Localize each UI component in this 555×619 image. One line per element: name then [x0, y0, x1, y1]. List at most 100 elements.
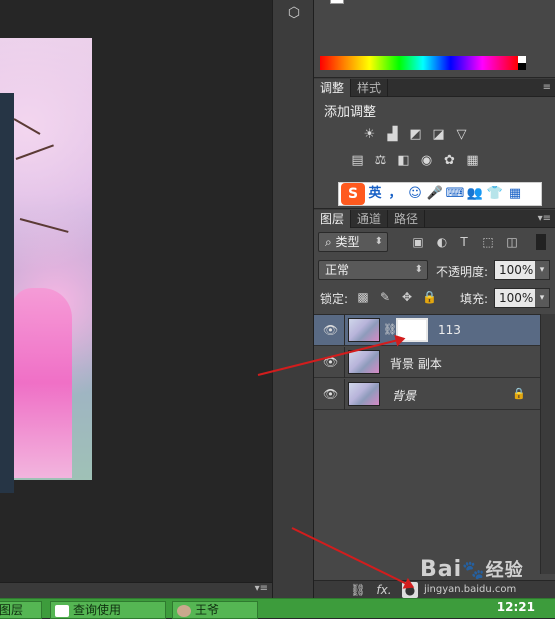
layer-name[interactable]: 背景 副本 — [390, 355, 442, 372]
type-filter-icon[interactable]: T — [456, 234, 472, 250]
taskbar-item-label: 图层 — [0, 603, 24, 617]
layer-row[interactable]: 👁 ⛓ 113 — [314, 315, 540, 346]
shape-filter-icon[interactable]: ⬚ — [480, 234, 496, 250]
curves-icon[interactable]: ◩ — [406, 125, 425, 144]
lock-label: 锁定: — [320, 292, 349, 306]
fill-value: 100% — [499, 291, 534, 305]
filter-toggle-switch[interactable] — [536, 234, 546, 250]
taskbar-item[interactable]: 王爷 — [172, 601, 258, 619]
panel-menu-icon[interactable]: ▾≡ — [255, 583, 268, 594]
exposure-icon[interactable]: ◪ — [429, 125, 448, 144]
color-spectrum-bar[interactable] — [320, 56, 526, 70]
fill-label: 填充: — [460, 292, 489, 306]
eye-visibility-icon[interactable]: 👁 — [323, 323, 338, 337]
gradient-triangle-icon[interactable]: ▽ — [452, 125, 471, 144]
layers-panel: 图层 通道 路径 ▾≡ ⌕ 类型 ⬍ ▣ ◐ T ⬚ ◫ 正常 ⬍ 不透明度: … — [314, 210, 555, 582]
document-canvas[interactable] — [0, 0, 272, 582]
emoji-icon[interactable]: ☺ — [405, 183, 425, 205]
photo-branch — [13, 118, 41, 135]
watermark-subtext: jingyan.baidu.com — [424, 584, 517, 595]
eye-visibility-icon[interactable]: 👁 — [323, 387, 338, 401]
opacity-value: 100% — [499, 263, 534, 277]
chevron-down-icon[interactable]: ▾ — [535, 289, 549, 307]
layers-tabs: 图层 通道 路径 ▾≡ — [314, 210, 555, 228]
adjustment-filter-icon[interactable]: ◐ — [434, 234, 450, 250]
layer-filter-label: 类型 — [335, 235, 360, 249]
adjustments-row-2: ▤ ⚖ ◧ ◉ ✿ ▦ — [348, 151, 482, 170]
levels-icon[interactable]: ▟ — [383, 125, 402, 144]
color-lookup-icon[interactable]: ▦ — [463, 151, 482, 170]
chevron-down-icon: ⬍ — [414, 264, 423, 275]
document-image[interactable] — [0, 38, 92, 493]
lock-icon: 🔒 — [512, 387, 526, 400]
paw-icon: 🐾 — [462, 560, 486, 581]
user-icon[interactable]: 👥 — [465, 183, 485, 205]
chevron-down-icon[interactable]: ▾ — [535, 261, 549, 279]
chevron-down-icon: ⬍ — [374, 236, 383, 247]
layer-thumbnail[interactable] — [348, 318, 380, 342]
layer-thumbnail[interactable] — [348, 382, 380, 406]
foreground-color-swatch[interactable] — [330, 0, 344, 4]
opacity-label: 不透明度: — [436, 265, 489, 279]
smart-object-filter-icon[interactable]: ◫ — [504, 234, 520, 250]
lock-all-icon[interactable]: 🔒 — [422, 290, 437, 304]
black-white-swatch[interactable] — [518, 56, 526, 70]
camera-filter-icon[interactable]: ◉ — [417, 151, 436, 170]
tab-adjustments[interactable]: 调整 — [314, 79, 352, 97]
color-panel — [314, 0, 555, 78]
panel-menu-icon[interactable]: ≡ — [543, 79, 555, 96]
tab-channels[interactable]: 通道 — [351, 210, 389, 228]
opacity-field[interactable]: 100% ▾ — [494, 260, 550, 280]
black-white-icon[interactable]: ◧ — [394, 151, 413, 170]
baidu-watermark: Bai🐾经验 — [420, 556, 524, 582]
taskbar-item[interactable]: 图层 — [0, 601, 42, 619]
link-icon[interactable]: ⛓ — [350, 582, 366, 598]
fx-icon[interactable]: fx. — [376, 582, 392, 598]
taskbar-item[interactable]: 查询使用 — [50, 601, 166, 619]
vibrance-icon[interactable]: ▤ — [348, 151, 367, 170]
layers-list: 👁 ⛓ 113 👁 背景 副本 👁 背景 🔒 — [314, 314, 540, 410]
skin-icon[interactable]: 👕 — [485, 183, 505, 205]
watermark-text: Bai — [420, 557, 463, 582]
layer-row[interactable]: 👁 背景 🔒 — [314, 379, 540, 410]
punctuation-icon[interactable]: ， — [385, 183, 405, 205]
pixel-filter-icon[interactable]: ▣ — [410, 234, 426, 250]
layer-name[interactable]: 113 — [438, 323, 461, 337]
fill-field[interactable]: 100% ▾ — [494, 288, 550, 308]
tab-paths[interactable]: 路径 — [388, 210, 426, 228]
sogou-logo-icon[interactable]: S — [341, 183, 365, 205]
layers-vertical-scrollbar[interactable] — [540, 314, 555, 574]
balance-scale-icon[interactable]: ⚖ — [371, 151, 390, 170]
ime-toolbar[interactable]: S 英 ， ☺ 🎤 ⌨ 👥 👕 ▦ — [338, 182, 542, 206]
microphone-icon[interactable]: 🎤 — [425, 183, 445, 205]
ime-mode-toggle[interactable]: 英 — [365, 183, 385, 205]
adjustments-tabs: 调整 样式 ≡ — [314, 79, 555, 97]
tray-clock[interactable]: 12:21 — [497, 600, 535, 614]
taskbar-item-label: 王爷 — [195, 603, 220, 617]
tab-styles[interactable]: 样式 — [351, 79, 389, 97]
panel-menu-icon[interactable]: ▾≡ — [538, 210, 555, 227]
lock-move-icon[interactable]: ✥ — [400, 290, 414, 304]
adjustments-row-1: ☀ ▟ ◩ ◪ ▽ — [360, 125, 471, 144]
divider — [344, 315, 345, 346]
keyboard-icon[interactable]: ⌨ — [445, 183, 465, 205]
lock-transparent-icon[interactable]: ▩ — [356, 290, 370, 304]
tab-layers[interactable]: 图层 — [314, 210, 352, 228]
adjustments-title: 添加调整 — [324, 105, 377, 120]
channel-mixer-icon[interactable]: ✿ — [440, 151, 459, 170]
toolbox-icon[interactable]: ▦ — [505, 183, 525, 205]
3d-cube-icon[interactable]: ⬡ — [283, 2, 305, 24]
lock-paint-icon[interactable]: ✎ — [378, 290, 392, 304]
layer-thumbnail[interactable] — [348, 350, 380, 374]
collapsed-panel-strip: ⬡ — [272, 0, 314, 598]
layer-name[interactable]: 背景 — [392, 387, 416, 404]
search-icon: ⌕ — [325, 235, 336, 249]
photo-figure — [12, 288, 72, 478]
canvas-horizontal-scrollbar[interactable]: ▾≡ — [0, 582, 272, 598]
photo-branch — [19, 218, 69, 233]
blend-mode-select[interactable]: 正常 ⬍ — [318, 260, 428, 280]
blend-mode-value: 正常 — [325, 263, 350, 277]
taskbar-item-label: 查询使用 — [73, 603, 122, 617]
layer-filter-select[interactable]: ⌕ 类型 ⬍ — [318, 232, 388, 252]
brightness-icon[interactable]: ☀ — [360, 125, 379, 144]
